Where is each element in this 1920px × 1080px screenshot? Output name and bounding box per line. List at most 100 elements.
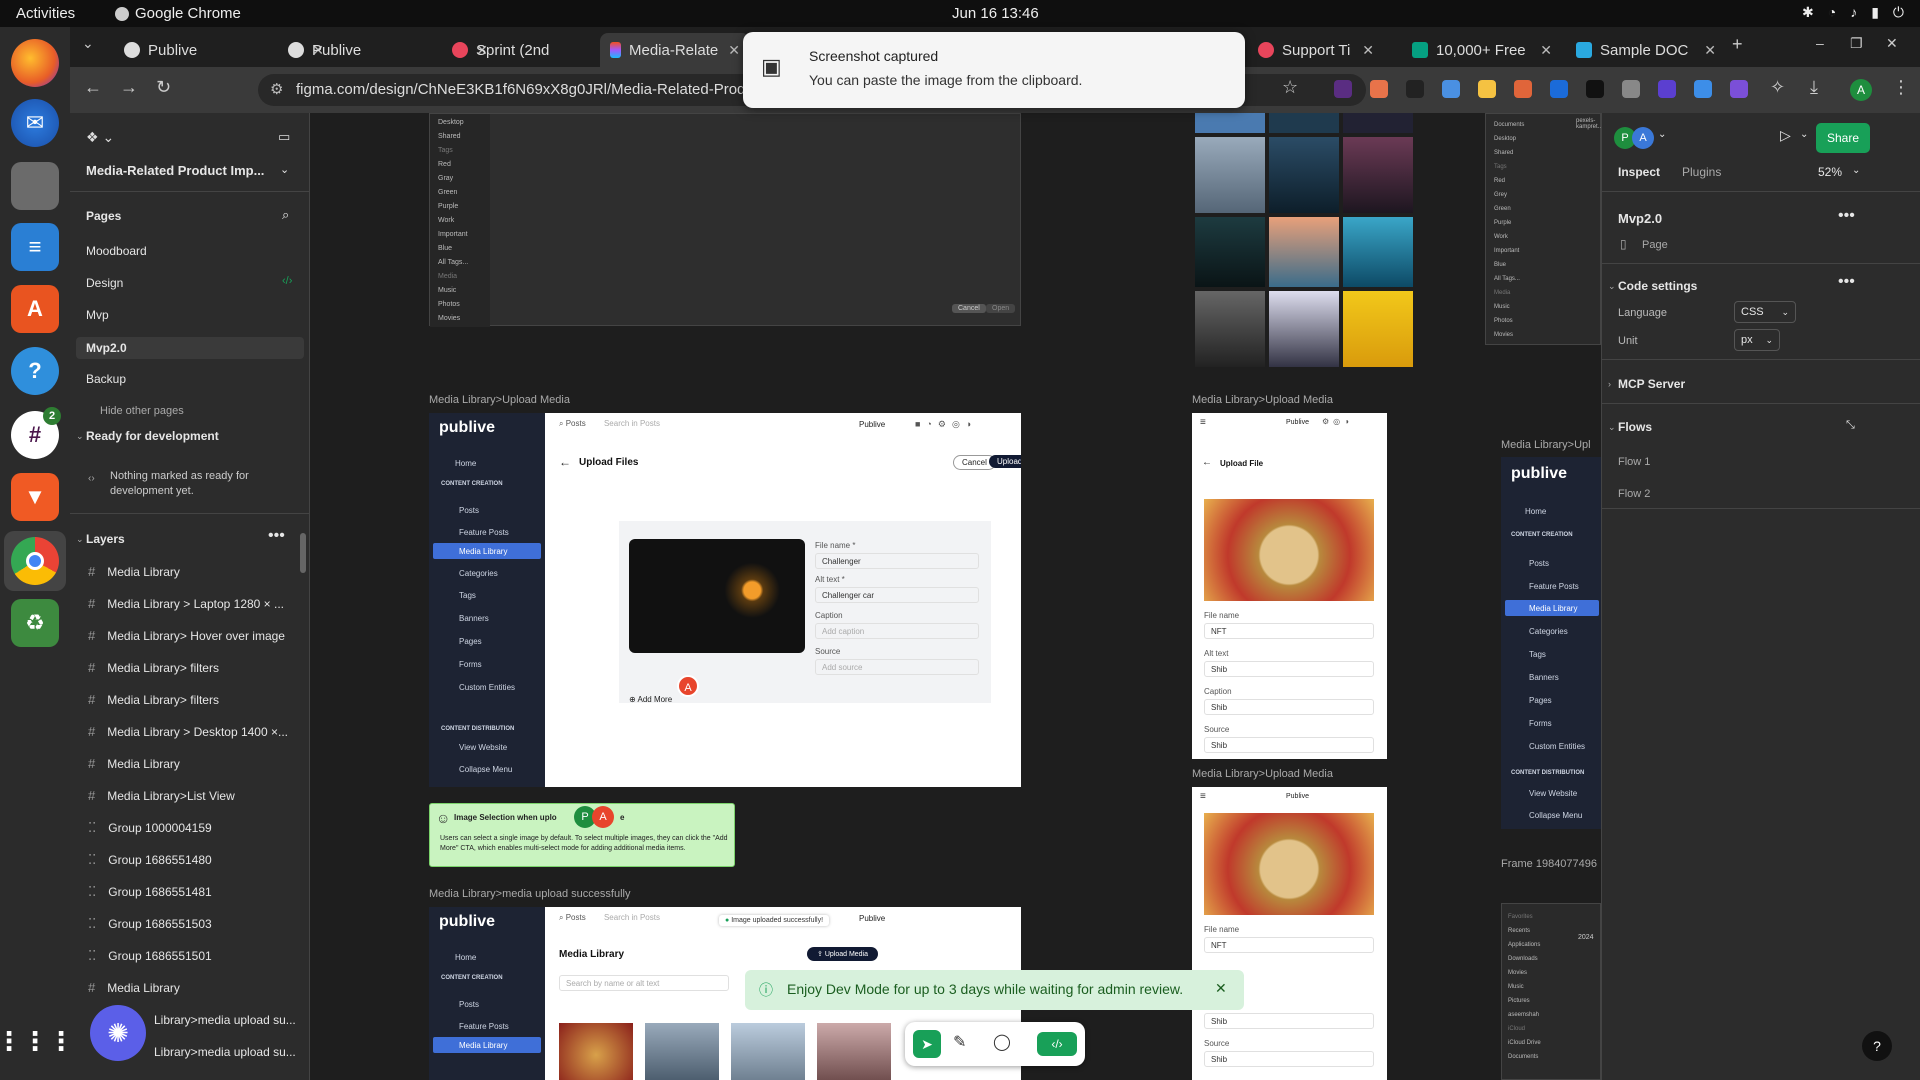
source-input[interactable]: Shib — [1204, 737, 1374, 753]
slack-icon[interactable]: # 2 — [11, 407, 61, 459]
add-more-button[interactable]: ⊕ Add More — [629, 695, 672, 704]
bookmark-star-icon[interactable]: ☆ — [1282, 77, 1298, 98]
hide-other-pages[interactable]: Hide other pages — [100, 401, 184, 421]
tab-inspect[interactable]: Inspect — [1618, 165, 1660, 179]
extension-8-icon[interactable] — [1586, 80, 1604, 98]
layer-row[interactable]: # Media Library> filters — [88, 689, 298, 711]
language-select[interactable]: CSS ⌄ — [1734, 301, 1796, 323]
photo-thumb[interactable] — [1343, 291, 1413, 367]
close-tab-icon[interactable]: ✕ — [1362, 42, 1374, 59]
alt-text-input[interactable]: Shib — [1204, 661, 1374, 677]
layer-row[interactable]: # Media Library — [88, 561, 298, 583]
site-info-icon[interactable]: ⚙ — [270, 74, 283, 106]
file-name[interactable]: Media-Related Product Imp... — [86, 163, 264, 178]
layer-row[interactable]: ⁚⁚ Group 1686551480 — [88, 849, 298, 871]
photo-thumb[interactable] — [1195, 217, 1265, 287]
top-search[interactable]: ⌕ Posts Search in Posts — [559, 419, 769, 433]
right-finder-frame[interactable]: Documents Desktop Shared Tags Red Grey Green Pu… — [1485, 113, 1601, 345]
extension-1-icon[interactable] — [1334, 80, 1352, 98]
mcp-server-heading[interactable]: MCP Server — [1618, 377, 1685, 391]
file-name-input[interactable]: NFT — [1204, 937, 1374, 953]
avatars-chevron-icon[interactable]: ⌄ — [1658, 129, 1666, 140]
back-arrow-icon[interactable]: ← — [1202, 457, 1212, 468]
tab-figma-active[interactable]: Media-Relate ✕ — [600, 33, 750, 67]
zoom-level[interactable]: 52% — [1818, 165, 1842, 179]
bottom-finder-frame[interactable]: Favorites Recents Applications Downloads Mov… — [1501, 903, 1601, 1080]
mobile-upload-frame[interactable]: ≡ Publive ⚙◎◑ ← Upload File File name NF… — [1192, 413, 1387, 759]
publive-menu[interactable]: Publive — [1286, 793, 1309, 800]
tab-support[interactable]: Support Ti ✕ — [1248, 33, 1384, 67]
layer-row[interactable]: Library>media upload su... — [154, 1009, 304, 1031]
nav-view-website[interactable]: View Website — [459, 743, 507, 752]
layer-row[interactable]: ⁚⁚ Group 1686551481 — [88, 881, 298, 903]
collapse-chevron-icon[interactable]: ⌄ — [1608, 422, 1616, 433]
photo-thumb[interactable] — [1195, 291, 1265, 367]
photo-thumb[interactable] — [1269, 217, 1339, 287]
nav-home[interactable]: Home — [1525, 507, 1546, 516]
nav-custom-entities[interactable]: Custom Entities — [459, 683, 515, 692]
close-tab-icon[interactable]: ✕ — [1540, 42, 1552, 59]
forward-button[interactable]: → — [120, 77, 138, 98]
nav-feature-posts[interactable]: Feature Posts — [459, 528, 509, 537]
extension-4-icon[interactable] — [1442, 80, 1460, 98]
layer-row[interactable]: ⁚⁚ Group 1686551503 — [88, 913, 298, 935]
extension-11-icon[interactable] — [1694, 80, 1712, 98]
thunderbird-icon[interactable]: ✉ — [11, 99, 59, 147]
extension-12-icon[interactable] — [1730, 80, 1748, 98]
page-mvp2[interactable]: Mvp2.0 — [86, 338, 127, 358]
photo-thumb[interactable] — [1269, 291, 1339, 367]
nav-pages[interactable]: Pages — [1529, 696, 1552, 705]
finder-cancel-button[interactable]: Cancel — [952, 304, 986, 313]
maximize-button[interactable]: ❐ — [1850, 35, 1863, 52]
extension-2-icon[interactable] — [1370, 80, 1388, 98]
back-arrow-icon[interactable]: ← — [559, 455, 571, 469]
finder-dialog-frame[interactable]: Desktop Shared Tags Red Gray Green Purple Work I… — [429, 113, 1021, 327]
nav-categories[interactable]: Categories — [1529, 627, 1568, 636]
extension-7-icon[interactable] — [1550, 80, 1568, 98]
figma-main-menu-icon[interactable]: ❖ ⌄ — [86, 129, 114, 146]
nav-media-library[interactable]: Media Library — [1529, 604, 1577, 613]
flows-collapse-icon[interactable]: ⤡ — [1846, 419, 1855, 432]
layer-row[interactable]: ⁚⁚ Group 1686551501 — [88, 945, 298, 967]
firefox-icon[interactable] — [11, 39, 59, 87]
collapse-chevron-icon[interactable]: ⌄ — [1608, 281, 1616, 292]
mobile-upload-frame-2[interactable]: ≡ Publive File name NFT Caption Shib Sou… — [1192, 787, 1387, 1080]
right-publive-sidebar[interactable]: publive Home CONTENT CREATION Posts Feat… — [1501, 457, 1601, 829]
photo-thumb[interactable] — [1343, 217, 1413, 287]
toggle-sidebar-icon[interactable]: ▭ — [278, 129, 290, 145]
alt-text-input[interactable]: Challenger car — [815, 587, 979, 603]
file-menu-chevron-icon[interactable]: ⌄ — [280, 163, 289, 176]
new-tab-button[interactable]: + — [1732, 34, 1743, 55]
frame-label-mobile-upload[interactable]: Media Library>Upload Media — [1192, 394, 1333, 406]
nav-forms[interactable]: Forms — [459, 660, 482, 669]
dev-mode-toggle[interactable]: ‹/› — [1037, 1032, 1077, 1056]
toast-close-icon[interactable]: ✕ — [1215, 980, 1227, 997]
screenshot-notification[interactable]: ▣ Screenshot captured You can paste the … — [743, 32, 1245, 108]
upload-media-frame[interactable]: publive Home CONTENT CREATION Posts Feat… — [429, 413, 1021, 787]
layer-row[interactable]: # Media Library> filters — [88, 657, 298, 679]
extension-9-icon[interactable] — [1622, 80, 1640, 98]
app-center-icon[interactable]: A — [11, 285, 59, 333]
files-icon[interactable] — [11, 162, 59, 210]
nav-collapse-menu[interactable]: Collapse Menu — [459, 765, 512, 774]
nav-posts[interactable]: Posts — [1529, 559, 1549, 568]
figma-canvas[interactable]: Desktop Shared Tags Red Gray Green Purple Work I… — [311, 113, 1601, 1080]
nav-pages[interactable]: Pages — [459, 637, 482, 646]
tab-plugins[interactable]: Plugins — [1682, 165, 1721, 179]
hamburger-icon[interactable]: ≡ — [1200, 417, 1206, 428]
close-tab-icon[interactable]: ✕ — [1704, 42, 1716, 59]
tab-sample-doc[interactable]: Sample DOC ✕ — [1566, 33, 1726, 67]
expand-chevron-icon[interactable]: › — [1608, 379, 1611, 389]
minimize-button[interactable]: – — [1816, 35, 1824, 51]
activities-button[interactable]: Activities — [16, 5, 75, 22]
help-icon[interactable]: ? — [11, 347, 59, 395]
download-icon[interactable]: ⤓ — [1810, 77, 1818, 98]
extension-6-icon[interactable] — [1514, 80, 1532, 98]
car-image[interactable] — [629, 539, 805, 653]
caption-input[interactable]: Shib — [1204, 1013, 1374, 1029]
photo-thumb[interactable] — [1269, 137, 1339, 213]
nav-forms[interactable]: Forms — [1529, 719, 1552, 728]
close-tab-icon[interactable]: ✕ — [728, 42, 740, 59]
page-more-icon[interactable]: ••• — [1838, 207, 1855, 225]
chrome-dock-icon[interactable] — [11, 537, 59, 585]
